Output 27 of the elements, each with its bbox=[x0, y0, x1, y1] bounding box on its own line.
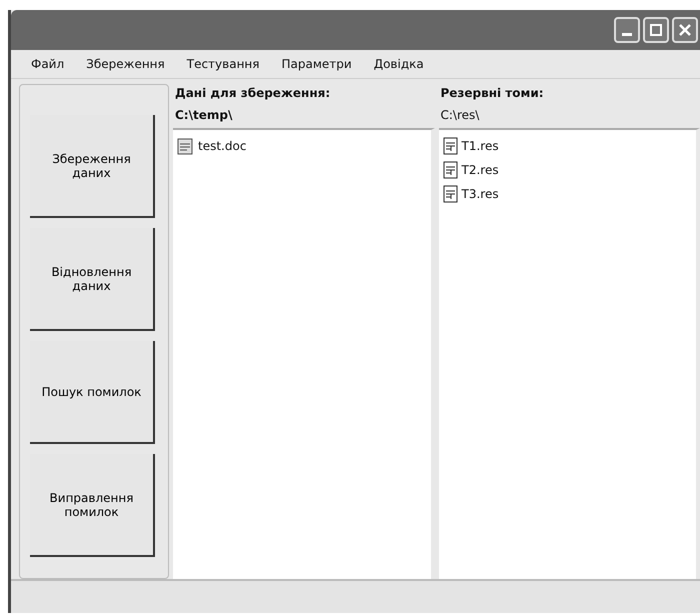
maximize-icon bbox=[649, 23, 663, 37]
pane-heading: Резервні томи: bbox=[440, 85, 545, 102]
file-icon bbox=[442, 161, 458, 179]
folder-path: C:\temp\ bbox=[174, 107, 234, 124]
folder-path: C:\res\ bbox=[440, 107, 480, 124]
file-name[interactable]: T2.res bbox=[462, 163, 499, 177]
menu-item[interactable]: Довідка bbox=[374, 57, 424, 71]
maximize-button[interactable] bbox=[643, 17, 669, 43]
action-button[interactable]: Відновлення даних bbox=[30, 228, 155, 331]
minimize-icon bbox=[622, 32, 632, 36]
action-button[interactable]: Виправлення помилок bbox=[30, 454, 155, 557]
close-icon bbox=[678, 23, 692, 37]
menu-item[interactable]: Параметри bbox=[282, 57, 352, 71]
menu-item[interactable]: Файл bbox=[31, 57, 64, 71]
file-name[interactable]: test.doc bbox=[198, 139, 246, 153]
action-button[interactable]: Збереження даних bbox=[30, 115, 155, 218]
pane-heading: Дані для збереження: bbox=[174, 85, 332, 102]
file-name[interactable]: T3.res bbox=[462, 187, 499, 201]
menu-item[interactable]: Збереження bbox=[86, 57, 165, 71]
document-icon bbox=[177, 137, 195, 155]
close-button[interactable] bbox=[672, 17, 698, 43]
menu-item[interactable]: Тестування bbox=[186, 57, 260, 71]
action-button[interactable]: Пошук помилок bbox=[30, 341, 155, 444]
file-icon bbox=[442, 185, 458, 203]
file-name[interactable]: T1.res bbox=[462, 139, 499, 153]
file-icon bbox=[442, 137, 458, 155]
minimize-button[interactable] bbox=[614, 17, 640, 43]
